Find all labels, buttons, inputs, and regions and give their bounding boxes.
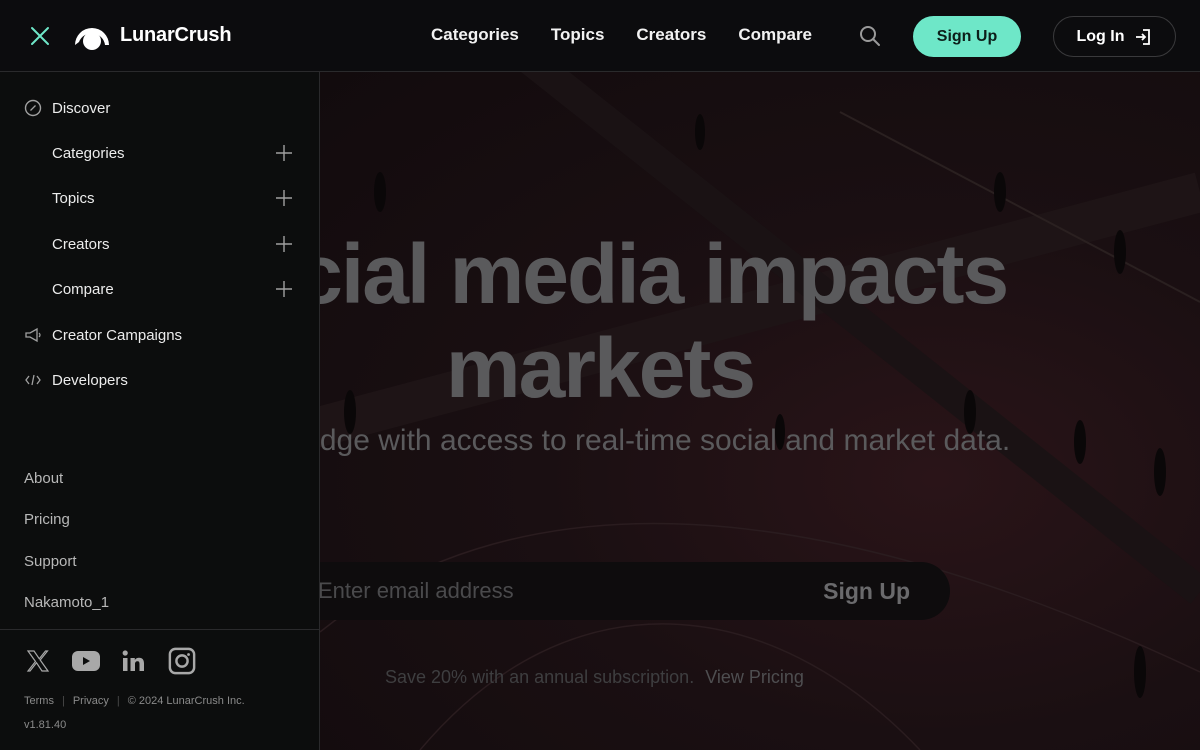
sidebar-item-label: Topics xyxy=(52,189,95,207)
nav-categories[interactable]: Categories xyxy=(431,24,519,46)
brand-name: LunarCrush xyxy=(120,23,232,46)
compass-icon xyxy=(24,99,42,117)
sidebar-item-label: Discover xyxy=(52,99,111,117)
main-nav: Categories Topics Creators Compare xyxy=(431,24,844,46)
top-header: LunarCrush Categories Topics Creators Co… xyxy=(0,0,1200,72)
sidebar-item-label: Creator Campaigns xyxy=(52,326,183,344)
sidebar-item-label: Developers xyxy=(52,371,128,389)
view-pricing-link[interactable]: View Pricing xyxy=(705,667,804,687)
terms-link[interactable]: Terms xyxy=(24,695,54,707)
social-links xyxy=(24,646,196,676)
app-version: v1.81.40 xyxy=(24,719,67,731)
megaphone-icon xyxy=(24,326,42,344)
sidebar-item-developers[interactable]: Developers xyxy=(0,360,320,400)
x-icon[interactable] xyxy=(24,646,52,676)
separator: | xyxy=(116,695,120,707)
sidebar-item-categories[interactable]: Categories xyxy=(0,133,320,173)
nav-compare[interactable]: Compare xyxy=(738,24,812,46)
sidebar-item-creator-campaigns[interactable]: Creator Campaigns xyxy=(0,315,320,355)
email-input[interactable] xyxy=(320,562,778,620)
plus-icon[interactable] xyxy=(275,235,293,253)
brand-logo[interactable]: LunarCrush xyxy=(72,17,232,53)
hero-subtitle: Gain an edge with access to real-time so… xyxy=(320,424,1011,457)
login-button[interactable]: Log In xyxy=(1053,16,1176,57)
separator: | xyxy=(61,695,65,707)
hero-title: Social media impacts markets xyxy=(320,227,1200,415)
nav-topics[interactable]: Topics xyxy=(551,24,605,46)
privacy-link[interactable]: Privacy xyxy=(73,695,109,707)
sidebar-item-discover[interactable]: Discover xyxy=(0,88,320,128)
plus-icon[interactable] xyxy=(275,280,293,298)
sidebar-item-label: Categories xyxy=(52,144,125,162)
sidebar-item-creators[interactable]: Creators xyxy=(0,224,320,264)
hero-title-line2: markets xyxy=(445,321,756,415)
promo-text: Save 20% with an annual subscription. Vi… xyxy=(385,667,804,688)
linkedin-icon[interactable] xyxy=(120,646,148,676)
hero-section: Social media impacts markets Gain an edg… xyxy=(320,72,1200,750)
plus-icon[interactable] xyxy=(275,144,293,162)
search-button[interactable] xyxy=(858,24,882,48)
search-icon xyxy=(860,26,880,46)
login-label: Log In xyxy=(1076,27,1125,45)
sidebar-link-about[interactable]: About xyxy=(24,470,63,487)
sidebar-item-label: Creators xyxy=(52,235,110,253)
lunarcrush-logo-icon xyxy=(75,28,109,50)
code-icon xyxy=(24,371,42,389)
close-icon xyxy=(31,27,49,45)
promo-message: Save 20% with an annual subscription. xyxy=(385,667,695,687)
sidebar-item-compare[interactable]: Compare xyxy=(0,269,320,309)
plus-icon[interactable] xyxy=(275,189,293,207)
header-signup-button[interactable]: Sign Up xyxy=(913,16,1021,57)
copyright: © 2024 LunarCrush Inc. xyxy=(127,695,245,707)
sidebar-link-pricing[interactable]: Pricing xyxy=(24,511,70,528)
instagram-icon[interactable] xyxy=(168,646,196,676)
sidebar-link-account[interactable]: Nakamoto_1 xyxy=(24,594,109,611)
nav-creators[interactable]: Creators xyxy=(636,24,706,46)
email-signup-form: Sign Up xyxy=(320,562,950,620)
legal-links: Terms | Privacy | © 2024 LunarCrush Inc. xyxy=(24,695,245,707)
login-icon xyxy=(1136,28,1151,45)
hero-signup-button[interactable]: Sign Up xyxy=(823,562,910,620)
sidebar-item-label: Compare xyxy=(52,280,114,298)
sidebar-menu: Discover Categories Topics Creators Comp… xyxy=(0,72,320,750)
sidebar-item-topics[interactable]: Topics xyxy=(0,178,320,218)
youtube-icon[interactable] xyxy=(72,646,100,676)
hero-title-line1: Social media impacts xyxy=(320,227,1009,321)
sidebar-link-support[interactable]: Support xyxy=(24,553,77,570)
close-menu-button[interactable] xyxy=(28,24,52,48)
sidebar-divider xyxy=(0,629,320,630)
